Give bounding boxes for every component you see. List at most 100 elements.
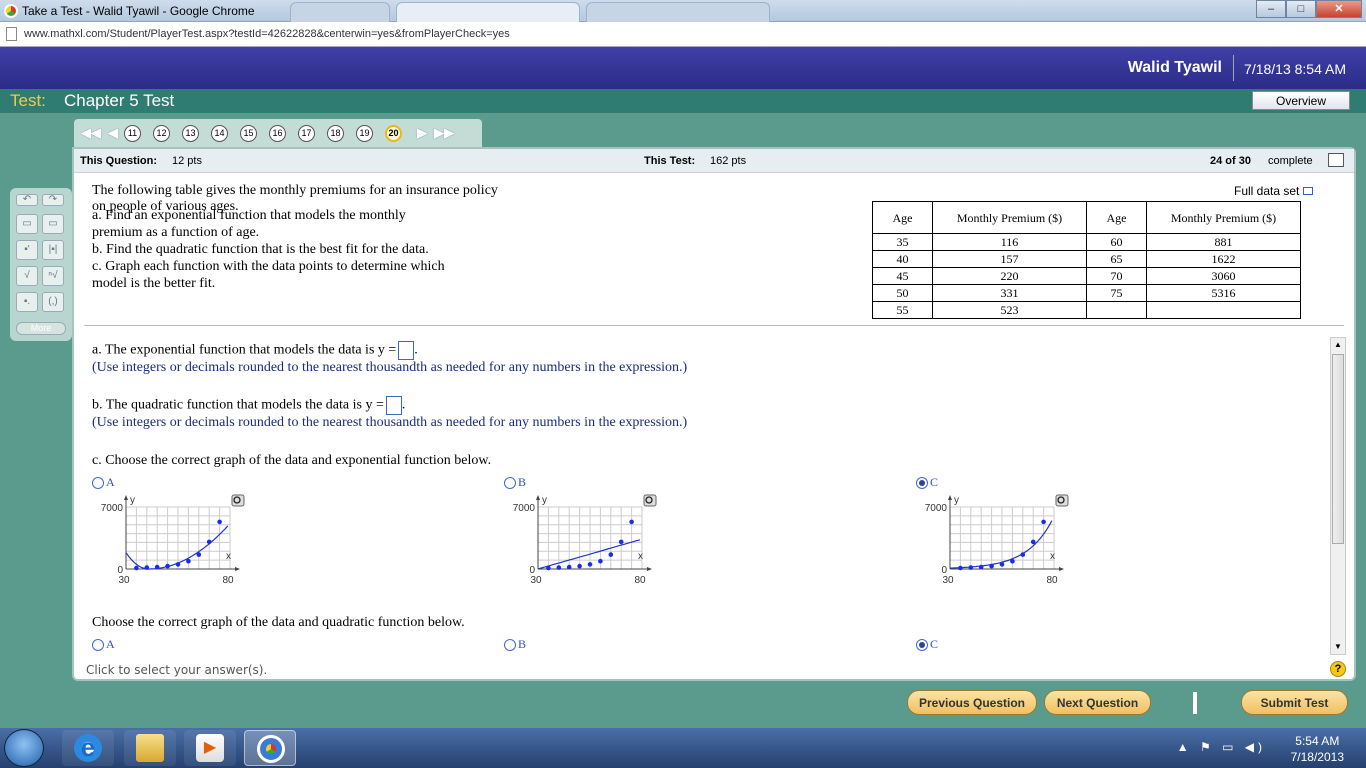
taskbar-clock[interactable]: 5:54 AM 7/18/2013 [1291,733,1344,765]
data-point [618,539,624,545]
info-bar: This Question: 12 pts This Test: 162 pts… [74,149,1354,173]
folder-icon [136,734,164,762]
table-header: Monthly Premium ($) [932,201,1087,234]
radio-button[interactable] [92,639,104,652]
graph-c: yx7000030 80 [925,494,1069,586]
full-data-set-link[interactable]: Full data set [1234,184,1314,198]
chrome-taskbar-button[interactable] [244,730,296,766]
graph-a: yx7000030 80 [101,494,245,586]
data-point [958,565,963,571]
absolute-value-icon[interactable]: |▪| [42,240,64,260]
x-axis-arrow [1059,567,1064,571]
question-link-16[interactable]: 16 [269,124,286,142]
scroll-down-icon[interactable]: ▼ [1332,640,1344,654]
x-axis-arrow [235,567,240,571]
answer-a: a. The exponential function that models … [92,341,418,360]
radio-button-selected[interactable] [916,477,928,490]
question-link-19[interactable]: 19 [356,124,373,142]
maximize-button[interactable]: □ [1286,0,1316,18]
quad-option-c[interactable]: C [916,637,938,652]
next-question-icon[interactable]: ▶ [414,125,430,141]
scroll-thumb[interactable] [1332,354,1344,544]
nth-root-icon[interactable]: ⁿ√ [42,266,64,286]
x-tick-label: 30 [942,575,954,586]
file-explorer-taskbar-button[interactable] [124,730,176,766]
previous-question-button[interactable]: Previous Question [907,690,1037,715]
ordered-pair-icon[interactable]: (,) [42,292,64,312]
table-cell: 60 [1086,233,1147,251]
next-question-button[interactable]: Next Question [1044,690,1151,715]
table-cell: 40 [872,250,933,268]
data-point [598,558,603,564]
table-cell: 35 [872,233,933,251]
media-player-taskbar-button[interactable]: ▶ [184,730,236,766]
browser-tab-active[interactable] [396,2,580,22]
last-question-icon[interactable]: ▶▶ [433,125,455,141]
help-icon[interactable]: ? [1330,661,1346,677]
url-text[interactable]: www.mathxl.com/Student/PlayerTest.aspx?t… [24,28,510,40]
table-cell: 157 [932,250,1087,268]
popout-icon[interactable] [1328,153,1344,167]
exp-option-c[interactable]: C [916,475,938,490]
table-cell: 220 [932,267,1087,285]
undo-icon[interactable]: ↶ [16,194,38,206]
previous-question-icon[interactable]: ◀ [105,125,121,141]
first-question-icon[interactable]: ◀◀ [80,125,102,141]
exponent-icon[interactable]: ▪' [16,240,38,260]
redo-icon[interactable]: ↷ [42,194,64,206]
radio-button-selected[interactable] [916,639,928,652]
fraction-icon[interactable]: ▭ [16,214,38,234]
x-tick-label: 30 [118,575,130,586]
internet-explorer-taskbar-button[interactable]: e [62,730,114,766]
browser-tab[interactable] [290,2,390,22]
answer-scrollbar[interactable]: ▲ ▼ [1330,337,1346,655]
test-bar: Test: Chapter 5 Test Overview [0,89,1366,113]
data-point [165,563,170,569]
radio-button[interactable] [504,639,516,652]
start-button[interactable] [4,729,44,767]
radio-button[interactable] [92,477,104,490]
x-axis-label: x [1050,551,1055,562]
quad-option-b[interactable]: B [504,637,526,652]
question-link-14[interactable]: 14 [211,124,228,142]
answer-b-input[interactable] [385,396,402,415]
browser-tab[interactable] [586,2,770,22]
scroll-up-icon[interactable]: ▲ [1332,338,1344,352]
data-table: Age Monthly Premium ($) Age Monthly Prem… [872,201,1301,319]
data-point [999,562,1005,567]
table-row: 45 220 70 3060 [872,267,1301,285]
question-link-12[interactable]: 12 [153,124,170,142]
system-tray[interactable]: ▲ ⚑ ▭ ◀) [1177,740,1266,754]
square-root-icon[interactable]: √ [16,266,38,286]
more-tools-button[interactable]: More [16,322,66,335]
address-bar[interactable]: www.mathxl.com/Student/PlayerTest.aspx?t… [0,22,1366,47]
overview-button[interactable]: Overview [1252,91,1350,110]
exp-option-b[interactable]: B [504,475,526,490]
quad-option-a[interactable]: A [92,637,115,652]
y-axis-label: y [130,495,135,506]
question-link-15[interactable]: 15 [240,124,257,142]
close-button[interactable]: ✕ [1316,0,1362,18]
radio-button[interactable] [504,477,516,490]
decimal-icon[interactable]: ▪. [16,292,38,312]
submit-test-button[interactable]: Submit Test [1241,690,1348,715]
progress-suffix: complete [1268,155,1313,167]
full-data-set-label: Full data set [1234,184,1300,198]
y-axis-label: y [954,495,959,506]
option-label: C [930,475,939,489]
x-tick-label: 80 [634,575,646,586]
question-link-18[interactable]: 18 [327,124,344,142]
minimize-button[interactable]: – [1256,0,1286,18]
exp-option-a[interactable]: A [92,475,115,490]
answer-area: a. The exponential function that models … [74,337,1332,657]
question-link-17[interactable]: 17 [298,124,315,142]
x-axis-label: x [638,551,643,562]
section-divider [84,325,1344,326]
x-axis-arrow [647,567,652,571]
question-link-11[interactable]: 11 [124,124,141,142]
answer-a-input[interactable] [398,341,415,360]
option-label: B [518,475,527,489]
question-link-20-current[interactable]: 20 [385,124,402,142]
question-link-13[interactable]: 13 [182,124,199,142]
mixed-number-icon[interactable]: ▭ [42,214,64,234]
